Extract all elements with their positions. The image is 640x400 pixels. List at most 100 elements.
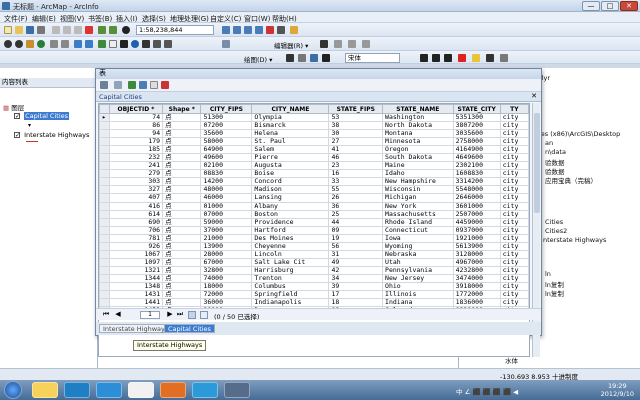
row-selector[interactable]	[99, 145, 110, 155]
sketch-tool-icon[interactable]	[334, 40, 342, 48]
draw-menu[interactable]: 绘图(D) ▾	[244, 54, 272, 64]
table-row[interactable]: 416 点 01000 Albany 36 New York 3601000 city	[99, 201, 529, 211]
table-row[interactable]: 1344 点 74000 Trenton 34 New Jersey 3474000 city	[99, 273, 529, 283]
last-record-icon[interactable]: ⏭	[176, 311, 184, 319]
table-cell[interactable]: 94	[108, 129, 164, 139]
toc-layer-label[interactable]: Capital Cities	[24, 112, 70, 120]
table-cell[interactable]: city	[499, 290, 529, 300]
table-row[interactable]: 407 点 46000 Lansing 26 Michigan 2646000 city	[99, 193, 529, 203]
table-cell[interactable]: North Dakota	[382, 121, 454, 131]
table-cell[interactable]: city	[499, 241, 529, 251]
toc-layer-capital-cities[interactable]: ✓ Capital Cities	[14, 112, 70, 120]
rectangle-icon[interactable]	[310, 54, 318, 62]
pan-icon[interactable]	[26, 40, 34, 48]
table-cell[interactable]: Hartford	[251, 225, 330, 235]
taskbar-clock[interactable]: 19:29 2012/9/10	[601, 382, 634, 398]
table-cell[interactable]: city	[499, 225, 529, 235]
table-cell[interactable]: 21000	[200, 233, 253, 243]
table-cell[interactable]: 01000	[200, 201, 253, 211]
table-cell[interactable]: 09	[328, 225, 384, 235]
table-cell[interactable]: 74000	[200, 273, 253, 283]
table-cell[interactable]: Lansing	[251, 193, 330, 203]
media-taskbar-icon[interactable]	[96, 382, 122, 398]
switch-selection-icon[interactable]	[139, 81, 147, 89]
catalog-item[interactable]: ln	[545, 270, 551, 278]
arcmap-taskbar-icon[interactable]	[224, 382, 250, 398]
table-cell[interactable]: 17	[328, 290, 384, 300]
related-tables-icon[interactable]	[114, 81, 122, 89]
add-data-icon[interactable]	[122, 26, 130, 34]
file-explorer-taskbar-icon[interactable]	[32, 382, 58, 398]
table-cell[interactable]: 37000	[200, 225, 253, 235]
catalog-window-icon[interactable]	[244, 26, 252, 34]
catalog-item[interactable]: Cities2	[545, 227, 567, 235]
arctoolbox-icon[interactable]	[266, 26, 274, 34]
table-cell[interactable]: 1431	[108, 290, 164, 300]
table-cell[interactable]: city	[499, 153, 529, 163]
table-cell[interactable]: 30	[328, 129, 384, 139]
table-cell[interactable]: 19	[328, 233, 384, 243]
table-row[interactable]: 179 点 58000 St. Paul 27 Minnesota 2758000 city	[99, 137, 529, 147]
layout-view-icon[interactable]	[222, 40, 230, 48]
row-selector[interactable]: ▸	[99, 112, 110, 123]
rotate-tool-icon[interactable]	[362, 40, 370, 48]
table-cell[interactable]: Bismarck	[251, 121, 330, 131]
table-cell[interactable]: 926	[108, 241, 164, 251]
zoom-out-icon[interactable]	[15, 40, 23, 48]
table-cell[interactable]: Indianapolis	[251, 298, 330, 308]
system-tray[interactable]: 中 ∠ ⬛ ⬛ ⬛ ⬛ ◀	[456, 386, 518, 396]
table-row[interactable]: ▸ 74 点 51300 Olympia 53 Washington 5351300 city	[99, 112, 529, 123]
bold-icon[interactable]	[420, 54, 428, 62]
table-cell[interactable]: Concord	[251, 177, 330, 187]
table-cell[interactable]: city	[499, 273, 529, 283]
table-row[interactable]: 185 点 64900 Salem 41 Oregon 4164900 city	[99, 145, 529, 155]
table-cell[interactable]: 3314200	[452, 177, 501, 187]
table-cell[interactable]: Utah	[382, 257, 454, 267]
table-cell[interactable]: 点	[162, 249, 202, 259]
table-cell[interactable]: 614	[108, 209, 164, 219]
table-cell[interactable]: 1836000	[452, 298, 501, 308]
copy-icon[interactable]	[63, 26, 71, 34]
table-cell[interactable]: 25	[328, 209, 384, 219]
table-cell[interactable]: city	[499, 121, 529, 131]
find-icon[interactable]	[142, 40, 150, 48]
row-selector[interactable]	[99, 153, 110, 163]
table-cell[interactable]: Pierre	[251, 153, 330, 163]
table-cell[interactable]: 46000	[200, 193, 253, 203]
table-cell[interactable]: city	[499, 177, 529, 187]
table-cell[interactable]: 16	[328, 169, 384, 179]
table-cell[interactable]: 3918000	[452, 281, 501, 292]
clear-selection-icon[interactable]	[109, 40, 117, 48]
table-cell[interactable]: 1348	[108, 281, 164, 292]
table-cell[interactable]: 点	[162, 257, 202, 267]
table-cell[interactable]: 55	[328, 185, 384, 195]
table-row[interactable]: 1348 点 18000 Columbus 39 Ohio 3918000 city	[99, 281, 529, 292]
table-cell[interactable]: 2646000	[452, 193, 501, 203]
column-header[interactable]: OBJECTID *	[108, 104, 164, 114]
ie-taskbar-icon[interactable]	[64, 382, 90, 398]
row-selector[interactable]	[99, 257, 110, 267]
table-row[interactable]: 614 点 07000 Boston 25 Massachusetts 2507000 cit…	[99, 209, 529, 219]
table-cell[interactable]: city	[499, 137, 529, 147]
table-cell[interactable]: Washington	[382, 112, 454, 123]
table-cell[interactable]: 02100	[200, 161, 253, 171]
row-selector[interactable]	[99, 225, 110, 235]
column-header[interactable]: STATE_NAME	[382, 104, 454, 114]
show-selected-records-icon[interactable]	[200, 311, 208, 319]
catalog-item[interactable]: an	[545, 139, 553, 147]
table-cell[interactable]: Michigan	[382, 193, 454, 203]
column-header[interactable]: TY	[499, 104, 529, 114]
edit-tool-icon[interactable]	[320, 40, 328, 48]
row-selector[interactable]	[99, 265, 110, 275]
table-cell[interactable]: 241	[108, 161, 164, 171]
column-header[interactable]: CITY_NAME	[251, 104, 330, 114]
table-cell[interactable]: 23	[328, 161, 384, 171]
scroll-thumb[interactable]	[534, 113, 540, 213]
table-cell[interactable]: 18000	[200, 281, 253, 292]
rotate-element-icon[interactable]	[298, 54, 306, 62]
table-cell[interactable]: Massachusetts	[382, 209, 454, 219]
table-cell[interactable]: 点	[162, 121, 202, 131]
table-cell[interactable]: 13900	[200, 241, 253, 251]
table-cell[interactable]: 点	[162, 241, 202, 251]
delete-icon[interactable]	[85, 26, 93, 34]
